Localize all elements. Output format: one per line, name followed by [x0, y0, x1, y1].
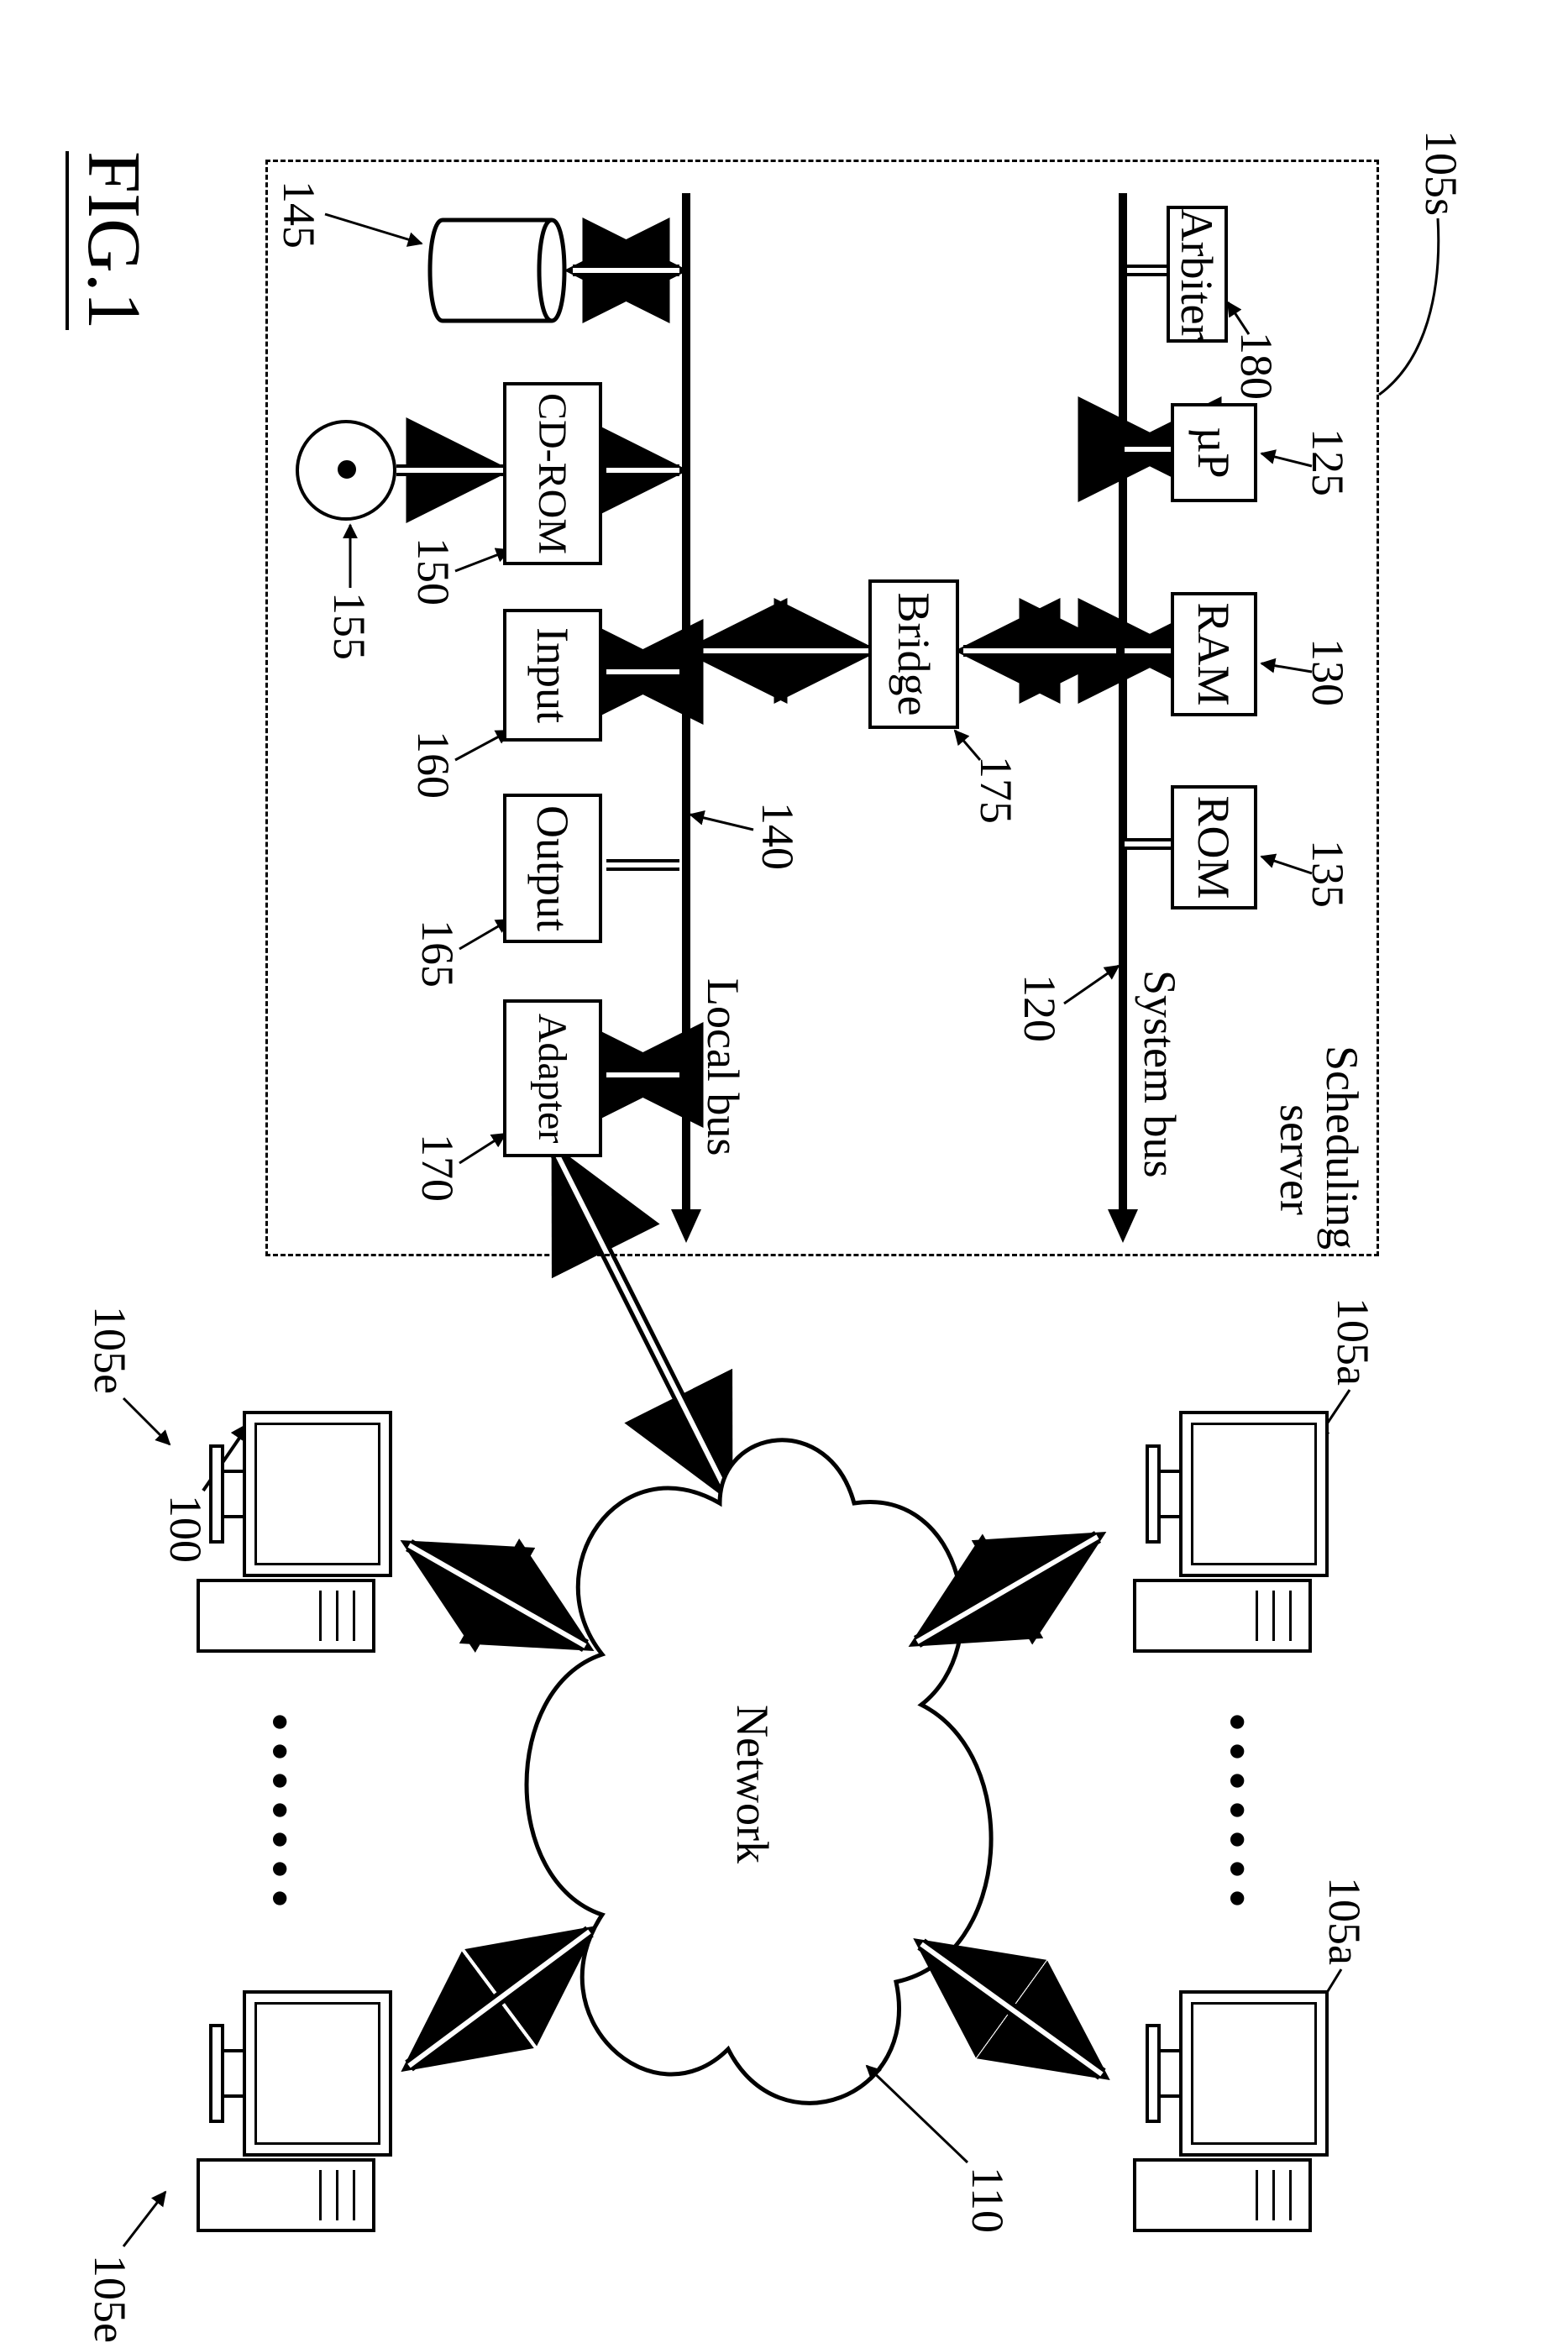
- block-rom-label: ROM: [1188, 795, 1240, 899]
- block-ram: RAM: [1171, 592, 1257, 716]
- block-adapter: Adapter: [503, 999, 602, 1157]
- ellipsis-bottom: •••••••: [250, 1713, 308, 1919]
- figure-label-text: FIG.1: [66, 151, 157, 330]
- block-bridge-label: Bridge: [888, 593, 940, 716]
- block-output: Output: [503, 794, 602, 943]
- ref-125: 125: [1302, 428, 1354, 496]
- ref-170: 170: [412, 1134, 464, 1202]
- ref-165: 165: [412, 920, 464, 988]
- system-bus-label: System bus: [1134, 970, 1186, 1178]
- conn-cloud-tr: [921, 1944, 1102, 2074]
- ref-105s: 105s: [1415, 130, 1467, 216]
- ref-105a-tr: 105a: [1319, 1877, 1371, 1965]
- leader-105e-bl: [123, 1398, 170, 1444]
- block-bridge: Bridge: [868, 579, 959, 729]
- conn-cloud-bl: [409, 1545, 585, 1646]
- block-up-label: µP: [1188, 427, 1240, 478]
- local-bus-label: Local bus: [697, 978, 749, 1156]
- endpoint-tr: [1102, 1990, 1329, 2234]
- endpoint-tl: [1102, 1411, 1329, 1654]
- cd-icon: [296, 420, 396, 521]
- figure-label: FIG.1: [66, 151, 157, 330]
- ref-180: 180: [1230, 332, 1282, 400]
- block-input: Input: [503, 609, 602, 742]
- network-label: Network: [726, 1705, 779, 1863]
- ref-160: 160: [407, 731, 459, 799]
- block-output-label: Output: [527, 805, 579, 931]
- block-cdrom-label: CD-ROM: [530, 393, 576, 554]
- ref-100: 100: [160, 1495, 212, 1563]
- server-title-2: server: [1270, 1104, 1322, 1215]
- block-rom: ROM: [1171, 785, 1257, 909]
- leader-105e-br: [123, 2192, 165, 2246]
- ref-155: 155: [323, 592, 375, 660]
- figure-canvas: Scheduling server Arbiter µP RAM ROM Bri…: [0, 0, 1568, 2317]
- block-arbiter-label: Arbiter: [1172, 209, 1224, 340]
- ref-150: 150: [407, 537, 459, 605]
- block-input-label: Input: [527, 627, 579, 723]
- block-adapter-label: Adapter: [530, 1014, 576, 1144]
- endpoint-br: [165, 1990, 392, 2234]
- leader-105s: [1379, 218, 1439, 395]
- leader-110: [867, 2066, 968, 2162]
- ref-145: 145: [273, 181, 325, 249]
- block-up: µP: [1171, 403, 1257, 502]
- block-ram-label: RAM: [1188, 602, 1240, 705]
- block-arbiter: Arbiter: [1167, 206, 1228, 343]
- ref-110: 110: [962, 2167, 1014, 2233]
- ref-105a-tl: 105a: [1327, 1297, 1379, 1386]
- ref-130: 130: [1302, 638, 1354, 706]
- ref-105e-bl: 105e: [84, 1306, 136, 1394]
- ref-105e-br: 105e: [84, 2255, 136, 2343]
- block-cdrom: CD-ROM: [503, 382, 602, 565]
- ref-120: 120: [1014, 974, 1066, 1042]
- ref-135: 135: [1302, 840, 1354, 908]
- conn-cloud-br: [409, 1932, 590, 2066]
- ellipsis-top: •••••••: [1208, 1713, 1266, 1919]
- ref-175: 175: [970, 756, 1022, 824]
- server-title-1: Scheduling: [1316, 1046, 1368, 1250]
- ref-140: 140: [752, 802, 804, 870]
